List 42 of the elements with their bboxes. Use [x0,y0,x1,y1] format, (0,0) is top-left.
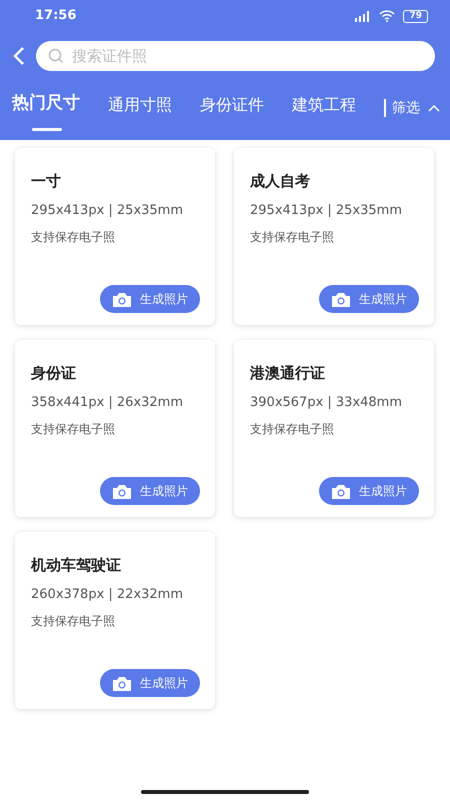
card-title: 身份证 [31,363,77,384]
search-icon [48,48,64,64]
size-spec: 358x441px | 26x32mm [31,394,184,412]
size-spec: 390x567px | 33x48mm [250,394,404,412]
size-spec: 295x413px | 25x35mm [31,202,184,220]
card-title: 港澳通行证 [250,363,326,384]
size-spec: 295x413px | 25x35mm [250,202,404,220]
card-note: 支持保存电子照 [31,421,116,438]
back-icon[interactable] [12,46,26,66]
card-note: 支持保存电子照 [31,229,116,246]
category-tab[interactable]: 身份证件 [200,92,264,130]
signal-icon [355,10,372,22]
photo-size-card[interactable]: 一寸 295x413px | 25x35mm 支持保存电子照 生成照片 [15,148,215,325]
status-time: 17:56 [35,7,76,26]
filter-button[interactable]: 筛选 [384,98,440,116]
wifi-icon [379,10,396,22]
generate-photo-button[interactable]: 生成照片 [100,669,200,697]
category-tab[interactable]: 建筑工程 [292,92,356,130]
card-note: 支持保存电子照 [250,229,335,246]
card-title: 一寸 [31,171,62,192]
category-tab[interactable]: 通用寸照 [108,92,172,130]
generate-photo-button[interactable]: 生成照片 [100,285,200,313]
photo-size-card[interactable]: 成人自考 295x413px | 25x35mm 支持保存电子照 生成照片 [234,148,434,325]
category-tab[interactable]: 热门尺寸 [12,91,80,130]
photo-size-card[interactable]: 身份证 358x441px | 26x32mm 支持保存电子照 生成照片 [15,340,215,517]
photo-size-card[interactable]: 机动车驾驶证 260x378px | 22x32mm 支持保存电子照 生成照片 [15,532,215,709]
generate-photo-button[interactable]: 生成照片 [319,477,419,505]
caret-icon [428,104,440,112]
card-note: 支持保存电子照 [31,613,116,630]
camera-icon [112,676,132,690]
generate-photo-button[interactable]: 生成照片 [100,477,200,505]
camera-icon [331,292,351,306]
camera-icon [112,484,132,498]
camera-icon [331,484,351,498]
size-spec: 260x378px | 22x32mm [31,586,184,604]
photo-size-card[interactable]: 港澳通行证 390x567px | 33x48mm 支持保存电子照 生成照片 [234,340,434,517]
generate-photo-button[interactable]: 生成照片 [319,285,419,313]
camera-icon [112,292,132,306]
card-title: 成人自考 [250,171,311,192]
card-title: 机动车驾驶证 [31,555,122,576]
battery-level: 79 [403,10,428,22]
card-note: 支持保存电子照 [250,421,335,438]
